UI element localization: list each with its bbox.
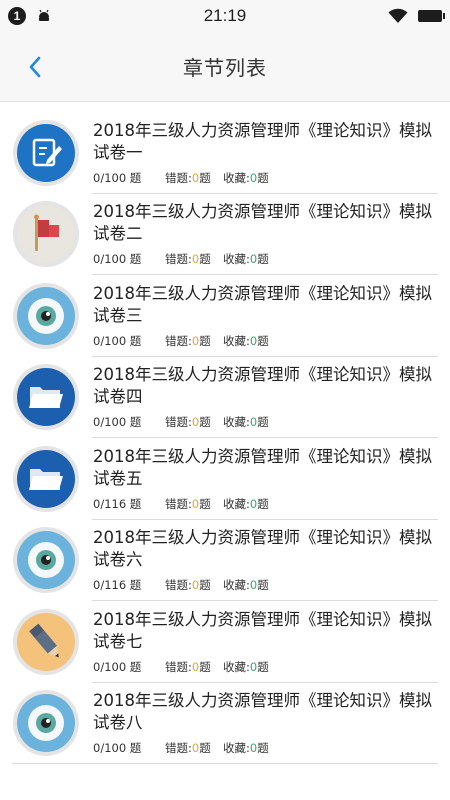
folder-icon: [17, 368, 75, 427]
chapter-item[interactable]: 2018年三级人力资源管理师《理论知识》模拟试卷八 0/100 题 错题:0题 …: [0, 683, 450, 765]
chapter-stats: 0/116 题 错题:0题 收藏:0题: [93, 496, 438, 512]
status-bar: 1 21:19: [0, 0, 450, 32]
unit-label: 题: [199, 496, 211, 511]
page-title: 章节列表: [183, 56, 267, 80]
chapter-stats: 0/100 题 错题:0题 收藏:0题: [93, 414, 438, 430]
chapter-item[interactable]: 2018年三级人力资源管理师《理论知识》模拟试卷二 0/100 题 错题:0题 …: [0, 194, 450, 276]
chapter-stats: 0/116 题 错题:0题 收藏:0题: [93, 577, 438, 593]
question-progress: 0/116 题: [93, 496, 142, 511]
unit-label: 题: [199, 578, 211, 593]
chapter-title: 2018年三级人力资源管理师《理论知识》模拟试卷一: [93, 120, 432, 162]
wrong-label: 错题:: [165, 496, 192, 511]
unit-label: 题: [257, 170, 269, 185]
status-time: 21:19: [203, 6, 247, 25]
chapter-title: 2018年三级人力资源管理师《理论知识》模拟试卷五: [93, 446, 432, 488]
fav-label: 收藏:: [223, 578, 250, 593]
eye-icon: [17, 286, 75, 345]
wrong-label: 错题:: [165, 170, 192, 185]
chapter-icon-wrap: [13, 445, 79, 512]
unit-label: 题: [257, 496, 269, 511]
question-progress: 0/100 题: [93, 170, 142, 185]
fav-label: 收藏:: [223, 333, 250, 348]
unit-label: 题: [199, 252, 211, 267]
chapter-stats: 0/100 题 错题:0题 收藏:0题: [93, 333, 438, 349]
fav-label: 收藏:: [223, 496, 250, 511]
battery-icon: [418, 10, 445, 22]
chapter-stats: 0/100 题 错题:0题 收藏:0题: [93, 659, 438, 675]
chapter-title: 2018年三级人力资源管理师《理论知识》模拟试卷八: [93, 691, 432, 733]
question-progress: 0/100 题: [93, 333, 142, 348]
fav-label: 收藏:: [223, 252, 250, 267]
chapter-title: 2018年三级人力资源管理师《理论知识》模拟试卷三: [93, 283, 432, 325]
chapter-title: 2018年三级人力资源管理师《理论知识》模拟试卷二: [93, 202, 432, 244]
chapter-icon-wrap: [13, 527, 79, 594]
pencil-icon: [17, 612, 75, 671]
chapter-list: 2018年三级人力资源管理师《理论知识》模拟试卷一 0/100 题 错题:0题 …: [0, 112, 450, 764]
chapter-icon-wrap: [13, 201, 79, 268]
wrong-label: 错题:: [165, 252, 192, 267]
eye-icon: [17, 531, 75, 590]
chapter-item[interactable]: 2018年三级人力资源管理师《理论知识》模拟试卷五 0/116 题 错题:0题 …: [0, 438, 450, 520]
unit-label: 题: [257, 659, 269, 674]
unit-label: 题: [199, 333, 211, 348]
unit-label: 题: [199, 415, 211, 430]
chapter-title: 2018年三级人力资源管理师《理论知识》模拟试卷六: [93, 528, 432, 570]
chapter-item[interactable]: 2018年三级人力资源管理师《理论知识》模拟试卷一 0/100 题 错题:0题 …: [0, 112, 450, 194]
fav-label: 收藏:: [223, 659, 250, 674]
chapter-icon-wrap: [13, 690, 79, 757]
question-progress: 0/100 题: [93, 659, 142, 674]
question-progress: 0/100 题: [93, 741, 142, 756]
chevron-left-icon: [29, 56, 41, 78]
folder-icon: [17, 449, 75, 508]
chapter-item[interactable]: 2018年三级人力资源管理师《理论知识》模拟试卷三 0/100 题 错题:0题 …: [0, 275, 450, 357]
unit-label: 题: [257, 333, 269, 348]
back-button[interactable]: [22, 54, 48, 80]
fav-label: 收藏:: [223, 415, 250, 430]
unit-label: 题: [199, 170, 211, 185]
fav-label: 收藏:: [223, 170, 250, 185]
chapter-stats: 0/100 题 错题:0题 收藏:0题: [93, 170, 438, 186]
flag-icon: [17, 205, 75, 264]
eye-icon: [17, 694, 75, 753]
unit-label: 题: [257, 578, 269, 593]
question-progress: 0/100 题: [93, 415, 142, 430]
edit-icon: [17, 123, 75, 182]
wrong-label: 错题:: [165, 741, 192, 756]
chapter-icon-wrap: [13, 608, 79, 675]
chapter-item[interactable]: 2018年三级人力资源管理师《理论知识》模拟试卷七 0/100 题 错题:0题 …: [0, 601, 450, 683]
unit-label: 题: [199, 659, 211, 674]
question-progress: 0/100 题: [93, 252, 142, 267]
wrong-label: 错题:: [165, 333, 192, 348]
chapter-icon-wrap: [13, 364, 79, 431]
question-progress: 0/116 题: [93, 578, 142, 593]
chapter-item[interactable]: 2018年三级人力资源管理师《理论知识》模拟试卷六 0/116 题 错题:0题 …: [0, 520, 450, 602]
unit-label: 题: [257, 252, 269, 267]
wrong-label: 错题:: [165, 659, 192, 674]
chapter-stats: 0/100 题 错题:0题 收藏:0题: [93, 251, 438, 267]
chapter-item[interactable]: 2018年三级人力资源管理师《理论知识》模拟试卷四 0/100 题 错题:0题 …: [0, 357, 450, 439]
unit-label: 题: [257, 415, 269, 430]
unit-label: 题: [257, 741, 269, 756]
chapter-title: 2018年三级人力资源管理师《理论知识》模拟试卷七: [93, 609, 432, 651]
wrong-label: 错题:: [165, 415, 192, 430]
chapter-icon-wrap: [13, 282, 79, 349]
chapter-title: 2018年三级人力资源管理师《理论知识》模拟试卷四: [93, 365, 432, 407]
unit-label: 题: [199, 741, 211, 756]
wrong-label: 错题:: [165, 578, 192, 593]
fav-label: 收藏:: [223, 741, 250, 756]
nav-bar: 章节列表: [0, 32, 450, 102]
chapter-icon-wrap: [13, 119, 79, 186]
chapter-stats: 0/100 题 错题:0题 收藏:0题: [93, 740, 438, 756]
